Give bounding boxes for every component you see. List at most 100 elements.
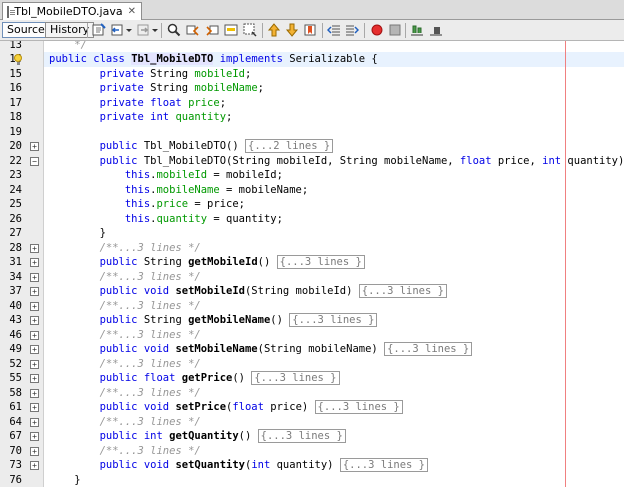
code-line[interactable]: 19 xyxy=(0,125,624,140)
find-previous-icon[interactable] xyxy=(186,23,200,37)
folded-block[interactable]: {...2 lines } xyxy=(245,139,334,153)
code-line[interactable]: 58 + /**...3 lines */ xyxy=(0,386,624,401)
expand-fold-icon[interactable]: + xyxy=(30,374,39,383)
stop-macro-recording-icon[interactable] xyxy=(388,23,402,37)
keyword: public xyxy=(99,154,144,167)
code-line[interactable]: 15 private String mobileId; xyxy=(0,67,624,82)
folded-block[interactable]: {...3 lines } xyxy=(314,400,403,414)
expand-fold-icon[interactable]: + xyxy=(30,461,39,470)
code-line[interactable]: 76 } xyxy=(0,473,624,487)
code-text: public void setMobileId(String mobileId)… xyxy=(49,284,447,299)
collapsed-comment[interactable]: */ xyxy=(49,41,87,51)
expand-fold-icon[interactable]: + xyxy=(30,345,39,354)
expand-fold-icon[interactable]: + xyxy=(30,316,39,325)
code-text: public Tbl_MobileDTO() {...2 lines } xyxy=(49,139,334,154)
collapsed-comment[interactable]: /**...3 lines */ xyxy=(100,387,201,399)
expand-fold-icon[interactable]: + xyxy=(30,258,39,267)
expand-fold-icon[interactable]: + xyxy=(30,287,39,296)
hint-lightbulb-icon[interactable] xyxy=(14,54,22,65)
code-line[interactable]: 23 this.mobileId = mobileId; xyxy=(0,168,624,183)
find-icon[interactable] xyxy=(167,23,181,37)
comment-icon[interactable] xyxy=(410,23,424,37)
code-line[interactable]: 13 */ xyxy=(0,41,624,52)
code-line[interactable]: 43 + public String getMobileName() {...3 … xyxy=(0,313,624,328)
toggle-bookmark-icon[interactable] xyxy=(303,23,317,37)
start-macro-recording-icon[interactable] xyxy=(370,23,384,37)
expand-fold-icon[interactable]: + xyxy=(30,432,39,441)
collapsed-comment[interactable]: /**...3 lines */ xyxy=(100,416,201,428)
find-next-icon[interactable] xyxy=(205,23,219,37)
keyword: this xyxy=(124,183,151,196)
code-line[interactable]: 34 + /**...3 lines */ xyxy=(0,270,624,285)
folded-block[interactable]: {...3 lines } xyxy=(257,429,346,443)
expand-fold-icon[interactable]: + xyxy=(30,446,39,456)
code-line[interactable]: 18 private int quantity; xyxy=(0,110,624,125)
source-button[interactable]: Source xyxy=(2,22,50,38)
code-line[interactable]: 16 private String mobileName; xyxy=(0,81,624,96)
code-line[interactable]: 49 + public void setMobileName(String mob… xyxy=(0,342,624,357)
file-tab[interactable]: Tbl_MobileDTO.java ✕ xyxy=(2,2,142,20)
forward-icon[interactable] xyxy=(136,23,150,37)
expand-fold-icon[interactable]: + xyxy=(30,388,39,398)
code-line[interactable]: 14public class Tbl_MobileDTO implements … xyxy=(0,52,624,67)
expand-fold-icon[interactable]: + xyxy=(30,243,39,253)
expand-fold-icon[interactable]: + xyxy=(30,142,39,151)
code-line[interactable]: 20 + public Tbl_MobileDTO() {...2 lines } xyxy=(0,139,624,154)
last-edit-icon[interactable] xyxy=(92,23,106,37)
code-text: public void setMobileName(String mobileN… xyxy=(49,342,473,357)
code-line[interactable]: 37 + public void setMobileId(String mobil… xyxy=(0,284,624,299)
folded-block[interactable]: {...3 lines } xyxy=(251,371,340,385)
code-line[interactable]: 26 this.quantity = quantity; xyxy=(0,212,624,227)
code-line[interactable]: 27 } xyxy=(0,226,624,241)
back-icon[interactable] xyxy=(110,23,124,37)
collapsed-comment[interactable]: /**...3 lines */ xyxy=(100,271,201,283)
collapsed-comment[interactable]: /**...3 lines */ xyxy=(100,445,201,457)
line-number: 24 xyxy=(9,183,22,196)
code-line[interactable]: 46 + /**...3 lines */ xyxy=(0,328,624,343)
expand-fold-icon[interactable]: + xyxy=(30,417,39,427)
code-line[interactable]: 67 + public int getQuantity() {...3 lines… xyxy=(0,429,624,444)
code-line[interactable]: 55 + public float getPrice() {...3 lines … xyxy=(0,371,624,386)
code-line[interactable]: 31 + public String getMobileId() {...3 li… xyxy=(0,255,624,270)
code-line[interactable]: 61 + public void setPrice(float price) {.… xyxy=(0,400,624,415)
previous-bookmark-icon[interactable] xyxy=(267,23,281,37)
code-line[interactable]: 25 this.price = price; xyxy=(0,197,624,212)
expand-fold-icon[interactable]: + xyxy=(30,359,39,369)
code-line[interactable]: 22− public Tbl_MobileDTO(String mobileId… xyxy=(0,154,624,169)
folded-block[interactable]: {...3 lines } xyxy=(289,313,378,327)
keyword: public void xyxy=(99,343,176,355)
code-line[interactable]: 40 + /**...3 lines */ xyxy=(0,299,624,314)
folded-block[interactable]: {...3 lines } xyxy=(358,284,447,298)
shift-line-right-icon[interactable] xyxy=(345,23,359,37)
collapsed-comment[interactable]: /**...3 lines */ xyxy=(100,242,201,254)
code-line[interactable]: 70 + /**...3 lines */ xyxy=(0,444,624,459)
collapse-fold-icon[interactable]: − xyxy=(30,156,39,166)
next-bookmark-icon[interactable] xyxy=(285,23,299,37)
keyword: public int xyxy=(99,430,170,442)
code-line[interactable]: 52 + /**...3 lines */ xyxy=(0,357,624,372)
folded-block[interactable]: {...3 lines } xyxy=(339,458,429,472)
back-dropdown-icon[interactable] xyxy=(126,29,132,32)
uncomment-icon[interactable] xyxy=(429,23,443,37)
code-line[interactable]: 24 this.mobileName = mobileName; xyxy=(0,183,624,198)
collapsed-comment[interactable]: /**...3 lines */ xyxy=(100,300,201,312)
close-tab-icon[interactable]: ✕ xyxy=(128,6,136,17)
code-line[interactable]: 17 private float price; xyxy=(0,96,624,111)
folded-block[interactable]: {...3 lines } xyxy=(276,255,365,269)
collapsed-comment[interactable]: /**...3 lines */ xyxy=(100,329,201,341)
folded-block[interactable]: {...3 lines } xyxy=(384,342,473,356)
code-editor[interactable]: 13 */14public class Tbl_MobileDTO implem… xyxy=(0,41,624,487)
forward-dropdown-icon[interactable] xyxy=(152,29,158,32)
code-line[interactable]: 73 + public void setQuantity(int quantity… xyxy=(0,458,624,473)
expand-fold-icon[interactable]: + xyxy=(30,301,39,311)
toggle-highlight-icon[interactable] xyxy=(224,23,238,37)
expand-fold-icon[interactable]: + xyxy=(30,403,39,412)
expand-fold-icon[interactable]: + xyxy=(30,272,39,282)
code-line[interactable]: 28 + /**...3 lines */ xyxy=(0,241,624,256)
code-line[interactable]: 64 + /**...3 lines */ xyxy=(0,415,624,430)
code-token: } xyxy=(49,227,106,239)
collapsed-comment[interactable]: /**...3 lines */ xyxy=(100,358,201,370)
shift-line-left-icon[interactable] xyxy=(327,23,341,37)
expand-fold-icon[interactable]: + xyxy=(30,330,39,340)
toggle-rectangular-selection-icon[interactable] xyxy=(243,23,257,37)
